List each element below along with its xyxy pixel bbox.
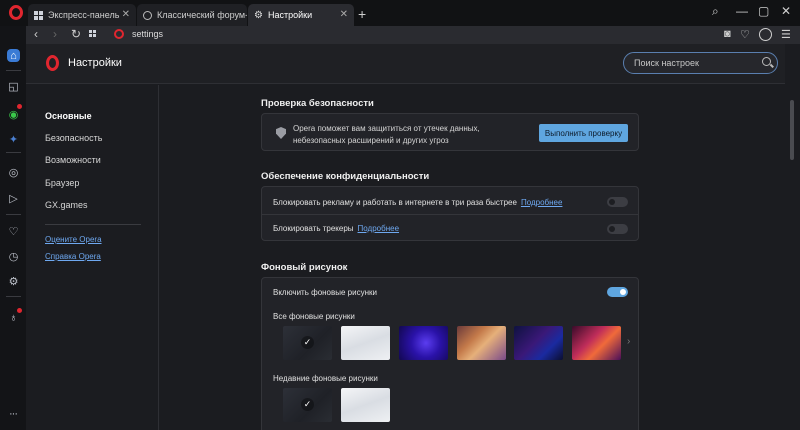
recent-wallpaper-light[interactable] bbox=[341, 388, 390, 422]
tab-settings[interactable]: ⚙ Настройки ✕ bbox=[248, 4, 354, 26]
close-icon[interactable]: ✕ bbox=[122, 9, 130, 20]
recent-wallpapers-label: Недавние фоновые рисунки bbox=[273, 374, 378, 383]
tab-strip: Экспресс-панель ✕ Классический форум-тре… bbox=[0, 0, 800, 26]
camera-icon[interactable]: ◙ bbox=[724, 28, 731, 40]
enable-wallpaper-toggle[interactable] bbox=[607, 287, 628, 297]
tab-label: Классический форум-трек bbox=[157, 10, 247, 20]
tab-label: Экспресс-панель bbox=[48, 10, 120, 20]
sidebar-divider bbox=[6, 70, 21, 71]
enable-wallpaper-label: Включить фоновые рисунки bbox=[273, 288, 377, 297]
security-check-card: Opera поможет вам защититься от утечек д… bbox=[261, 113, 639, 151]
close-window-button[interactable]: ✕ bbox=[781, 4, 791, 18]
player-icon[interactable]: ◎ bbox=[7, 166, 20, 179]
nav-item-browser[interactable]: Браузер bbox=[45, 178, 79, 188]
nav-item-basic[interactable]: Основные bbox=[45, 111, 92, 121]
gear-icon: ⚙ bbox=[254, 9, 263, 21]
back-icon[interactable]: ‹ bbox=[34, 27, 38, 41]
history-icon[interactable]: ◷ bbox=[7, 250, 20, 263]
nav-item-security[interactable]: Безопасность bbox=[45, 133, 102, 143]
settings-icon[interactable]: ⚙ bbox=[7, 275, 20, 288]
forward-icon[interactable]: › bbox=[53, 27, 57, 41]
menu-icon[interactable]: ☰ bbox=[781, 28, 791, 41]
settings-search[interactable] bbox=[623, 52, 778, 74]
more-icon[interactable]: ··· bbox=[9, 408, 18, 420]
all-wallpapers-label: Все фоновые рисунки bbox=[273, 312, 355, 321]
sidebar-divider bbox=[6, 214, 21, 215]
block-trackers-more-link[interactable]: Подробнее bbox=[358, 224, 400, 233]
privacy-card: Блокировать рекламу и работать в интерне… bbox=[261, 186, 639, 241]
whatsapp-icon[interactable]: ◉ bbox=[7, 108, 20, 121]
wallpaper-card: Включить фоновые рисунки Все фоновые рис… bbox=[261, 277, 639, 430]
opera-logo-icon bbox=[46, 55, 59, 71]
shield-icon bbox=[276, 127, 286, 139]
vk-icon[interactable]: ✦ bbox=[7, 133, 20, 146]
speed-dial-icon[interactable] bbox=[89, 30, 96, 37]
tab-label: Настройки bbox=[268, 10, 313, 20]
toggle-knob bbox=[609, 226, 615, 232]
wallpaper-light[interactable] bbox=[341, 326, 390, 360]
security-check-title: Проверка безопасности bbox=[261, 98, 374, 109]
run-check-button[interactable]: Выполнить проверку bbox=[539, 124, 628, 142]
wallpaper-dark[interactable]: ✓ bbox=[283, 326, 332, 360]
search-tabs-icon[interactable]: ⌕ bbox=[712, 4, 719, 19]
nav-item-features[interactable]: Возможности bbox=[45, 155, 101, 165]
wallpaper-purple[interactable] bbox=[399, 326, 448, 360]
tips-icon[interactable]: ♁ bbox=[7, 311, 20, 324]
block-trackers-toggle[interactable] bbox=[607, 224, 628, 234]
toggle-knob bbox=[609, 199, 615, 205]
search-input[interactable] bbox=[634, 56, 759, 70]
loading-icon bbox=[143, 10, 152, 20]
address-bar: ‹ › ↻ settings ◙ ♡ ☰ bbox=[26, 26, 800, 44]
block-trackers-row: Блокировать трекеры Подробнее bbox=[273, 224, 399, 233]
toggle-knob bbox=[620, 289, 626, 295]
settings-header: Настройки bbox=[26, 44, 800, 84]
check-icon: ✓ bbox=[301, 336, 314, 349]
block-trackers-label: Блокировать трекеры bbox=[273, 224, 354, 233]
help-opera-link[interactable]: Справка Opera bbox=[45, 252, 101, 261]
extensions-icon[interactable]: ◱ bbox=[7, 80, 20, 93]
wallpaper-neon[interactable] bbox=[514, 326, 563, 360]
sidebar: ⌂ ◱ ◉ ✦ ◎ ▷ ♡ ◷ ⚙ ♁ ··· bbox=[0, 26, 26, 430]
home-icon[interactable]: ⌂ bbox=[7, 49, 20, 62]
settings-nav: Основные Безопасность Возможности Браузе… bbox=[26, 85, 159, 430]
opera-page-icon bbox=[114, 29, 124, 39]
nav-item-gx-games[interactable]: GX.games bbox=[45, 200, 88, 210]
block-ads-label: Блокировать рекламу и работать в интерне… bbox=[273, 198, 517, 207]
block-ads-toggle[interactable] bbox=[607, 197, 628, 207]
url-text[interactable]: settings bbox=[132, 29, 163, 39]
sidebar-divider bbox=[6, 152, 21, 153]
new-tab-button[interactable]: + bbox=[358, 6, 366, 22]
wallpaper-title: Фоновый рисунок bbox=[261, 262, 348, 273]
scrollbar[interactable] bbox=[790, 100, 794, 160]
settings-content: Проверка безопасности Opera поможет вам … bbox=[160, 85, 800, 430]
page-title: Настройки bbox=[68, 57, 122, 69]
minimize-button[interactable]: — bbox=[736, 4, 748, 18]
rate-opera-link[interactable]: Оцените Opera bbox=[45, 235, 102, 244]
reload-icon[interactable]: ↻ bbox=[71, 27, 81, 41]
block-ads-more-link[interactable]: Подробнее bbox=[521, 198, 563, 207]
chevron-right-icon[interactable]: › bbox=[627, 336, 630, 347]
avatar[interactable] bbox=[759, 28, 772, 41]
privacy-title: Обеспечение конфиденциальности bbox=[261, 171, 430, 182]
sidebar-divider bbox=[6, 296, 21, 297]
send-icon[interactable]: ▷ bbox=[7, 192, 20, 205]
opera-menu-icon[interactable] bbox=[9, 5, 23, 20]
speed-dial-icon bbox=[34, 10, 43, 20]
close-icon[interactable]: ✕ bbox=[340, 9, 348, 20]
tab-speed-dial[interactable]: Экспресс-панель ✕ bbox=[28, 4, 136, 26]
bookmarks-icon[interactable]: ♡ bbox=[7, 225, 20, 238]
tab-forum[interactable]: Классический форум-трек bbox=[137, 4, 247, 26]
security-check-text: Opera поможет вам защититься от утечек д… bbox=[293, 124, 480, 145]
row-divider bbox=[262, 214, 638, 215]
wallpaper-room[interactable] bbox=[457, 326, 506, 360]
heart-icon[interactable]: ♡ bbox=[740, 28, 750, 41]
search-icon[interactable] bbox=[762, 57, 771, 66]
check-icon: ✓ bbox=[301, 398, 314, 411]
maximize-button[interactable]: ▢ bbox=[758, 4, 769, 18]
nav-divider bbox=[45, 224, 141, 225]
wallpaper-waves[interactable] bbox=[572, 326, 621, 360]
recent-wallpaper-dark[interactable]: ✓ bbox=[283, 388, 332, 422]
block-ads-row: Блокировать рекламу и работать в интерне… bbox=[273, 198, 562, 207]
